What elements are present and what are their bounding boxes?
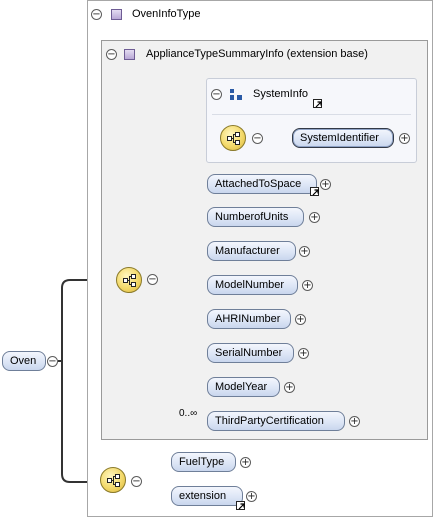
sequence-compositor-icon bbox=[116, 267, 142, 293]
system-identifier-expand-button[interactable]: + bbox=[399, 133, 410, 144]
fuel-type-expand-button[interactable]: + bbox=[240, 457, 251, 468]
sequence-collapse-button[interactable]: − bbox=[252, 133, 263, 144]
extension-title: ApplianceTypeSummaryInfo (extension base… bbox=[146, 48, 368, 60]
model-number-expand-button[interactable]: + bbox=[302, 280, 313, 291]
sequence-collapse-button[interactable]: − bbox=[147, 274, 158, 285]
occurrence-label: 0..∞ bbox=[179, 408, 198, 419]
sequence-compositor-icon bbox=[220, 125, 246, 151]
complex-type-icon bbox=[111, 9, 122, 20]
oven-info-type-title: OvenInfoType bbox=[132, 8, 201, 20]
system-info-collapse-button[interactable]: − bbox=[211, 89, 222, 100]
reference-arrow-icon[interactable] bbox=[310, 187, 319, 196]
element-number-of-units[interactable]: NumberofUnits bbox=[207, 207, 304, 227]
element-extension[interactable]: extension bbox=[171, 486, 243, 506]
element-ahri-number[interactable]: AHRINumber bbox=[207, 309, 291, 329]
third-party-certification-expand-button[interactable]: + bbox=[349, 416, 360, 427]
attached-to-space-expand-button[interactable]: + bbox=[320, 179, 331, 190]
sequence-collapse-button[interactable]: − bbox=[131, 476, 142, 487]
element-serial-number[interactable]: SerialNumber bbox=[207, 343, 294, 363]
reference-arrow-icon[interactable] bbox=[313, 99, 322, 108]
element-attached-to-space[interactable]: AttachedToSpace bbox=[207, 174, 317, 194]
sequence-compositor-icon bbox=[100, 467, 126, 493]
serial-number-expand-button[interactable]: + bbox=[298, 348, 309, 359]
ahri-number-expand-button[interactable]: + bbox=[295, 314, 306, 325]
model-year-expand-button[interactable]: + bbox=[284, 382, 295, 393]
reference-arrow-icon[interactable] bbox=[236, 501, 245, 510]
manufacturer-expand-button[interactable]: + bbox=[299, 246, 310, 257]
number-of-units-expand-button[interactable]: + bbox=[309, 212, 320, 223]
element-model-number[interactable]: ModelNumber bbox=[207, 275, 298, 295]
system-info-title: SystemInfo bbox=[253, 88, 309, 100]
extension-expand-button[interactable]: + bbox=[246, 491, 257, 502]
element-model-year[interactable]: ModelYear bbox=[207, 377, 280, 397]
group-divider bbox=[212, 114, 411, 115]
oven-collapse-button[interactable]: − bbox=[47, 356, 58, 367]
element-manufacturer[interactable]: Manufacturer bbox=[207, 241, 296, 261]
extension-collapse-button[interactable]: − bbox=[106, 49, 117, 60]
group-icon bbox=[230, 89, 242, 100]
element-system-identifier[interactable]: SystemIdentifier bbox=[292, 128, 394, 148]
root-element-oven[interactable]: Oven bbox=[2, 351, 46, 371]
element-fuel-type[interactable]: FuelType bbox=[171, 452, 236, 472]
oven-info-type-collapse-button[interactable]: − bbox=[91, 9, 102, 20]
complex-type-icon bbox=[124, 49, 135, 60]
element-third-party-certification[interactable]: ThirdPartyCertification bbox=[207, 411, 345, 431]
